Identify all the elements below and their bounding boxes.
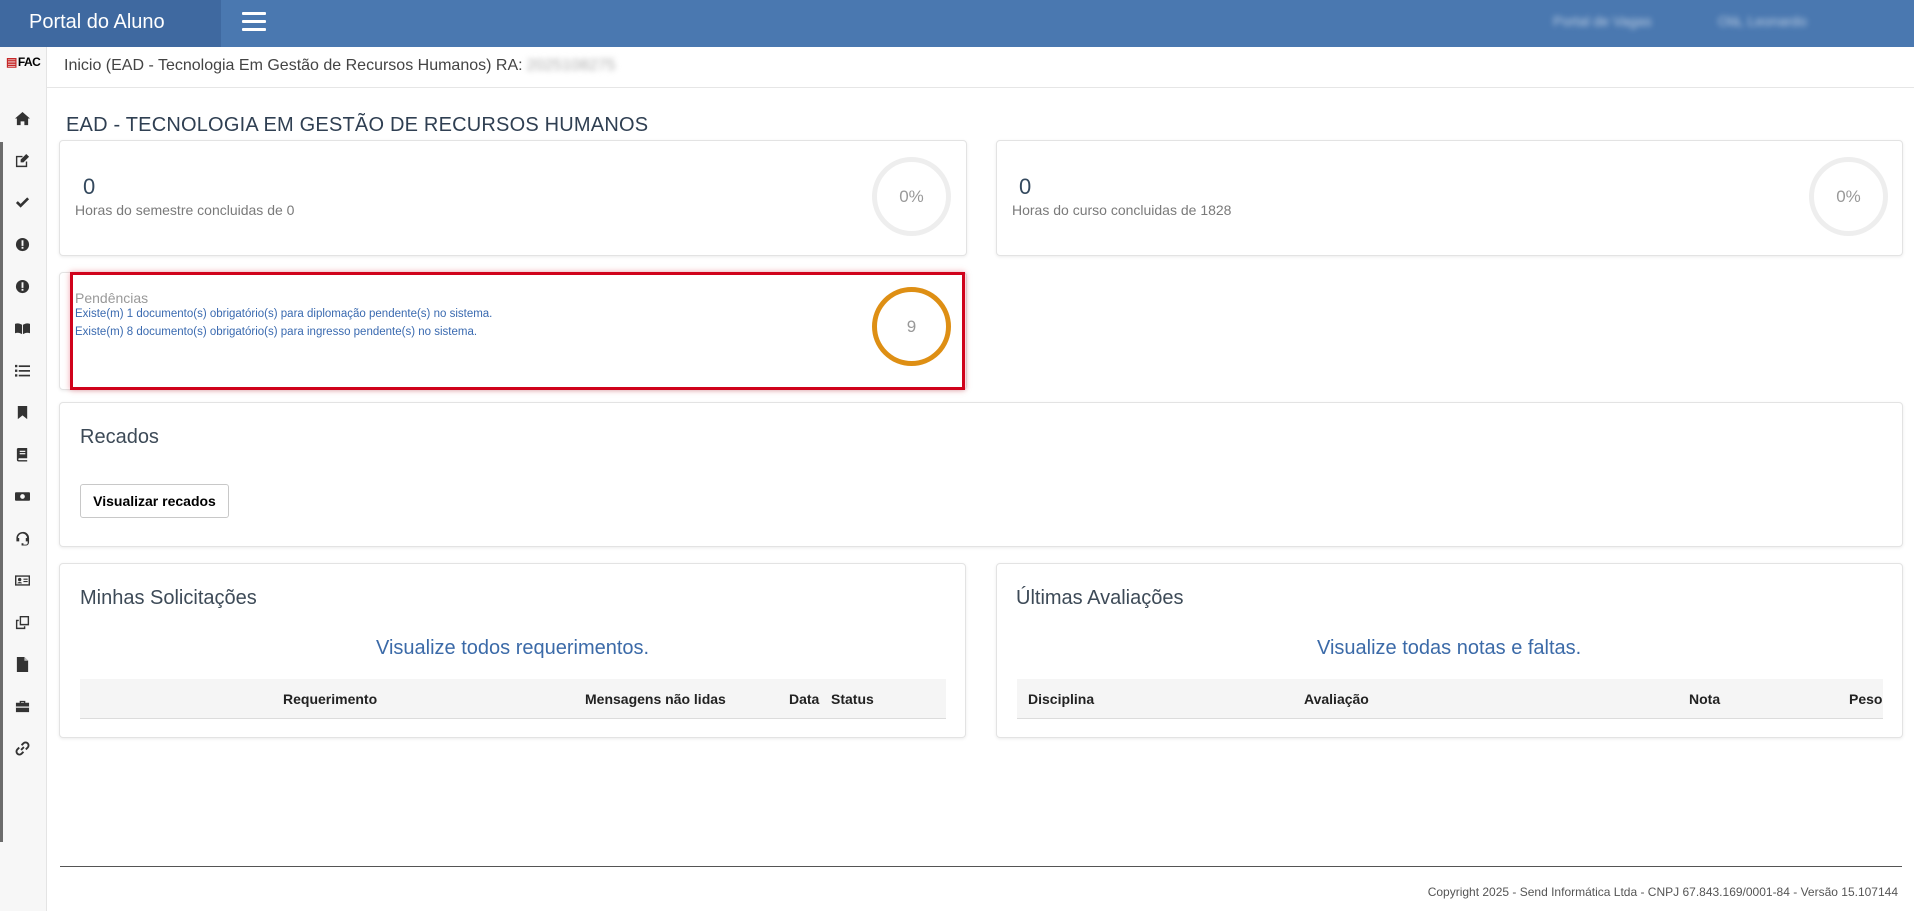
id-card-icon[interactable] (13, 571, 31, 589)
file-icon[interactable] (13, 655, 31, 673)
book-open-icon[interactable] (13, 319, 31, 337)
solicitacoes-title: Minhas Solicitações (80, 587, 257, 609)
semester-progress-ring: 0% (872, 157, 951, 236)
menu-toggle-icon[interactable] (242, 12, 266, 34)
column-header[interactable]: Data (789, 691, 819, 707)
breadcrumb-text[interactable]: Inicio (EAD - Tecnologia Em Gestão de Re… (64, 57, 523, 74)
user-menu[interactable]: Olá, Leonardo (1718, 13, 1807, 29)
book-icon[interactable] (13, 445, 31, 463)
column-header[interactable]: Nota (1689, 691, 1720, 707)
recados-title: Recados (80, 426, 159, 448)
page-title: EAD - TECNOLOGIA EM GESTÃO DE RECURSOS H… (66, 114, 649, 136)
recados-card (59, 402, 1903, 547)
semester-hours-card: 0 Horas do semestre concluidas de 0 0% (59, 140, 967, 256)
alert-icon-2[interactable] (13, 277, 31, 295)
course-hours-card: 0 Horas do curso concluidas de 1828 0% (996, 140, 1903, 256)
avaliacoes-table-header: Disciplina Avaliação Nota Peso (1017, 679, 1883, 719)
top-bar: Portal do Aluno Portal de Vagas Olá, Leo… (0, 0, 1914, 47)
briefcase-icon[interactable] (13, 697, 31, 715)
headset-icon[interactable] (13, 529, 31, 547)
column-header[interactable]: Status (831, 691, 874, 707)
semester-hours-value: 0 (83, 174, 96, 199)
brand-title[interactable]: Portal do Aluno (0, 0, 221, 47)
avaliacoes-title: Últimas Avaliações (1016, 587, 1184, 609)
edit-icon[interactable] (13, 151, 31, 169)
bookmark-icon[interactable] (13, 403, 31, 421)
alert-icon[interactable] (13, 235, 31, 253)
institution-logo: ▤FAC (6, 55, 41, 69)
course-hours-label: Horas do curso concluidas de 1828 (1012, 202, 1232, 218)
breadcrumb-divider (47, 87, 1914, 88)
link-icon[interactable] (13, 739, 31, 757)
list-icon[interactable] (13, 361, 31, 379)
course-progress-ring: 0% (1809, 157, 1888, 236)
footer-copyright: Copyright 2025 - Send Informática Ltda -… (1427, 885, 1898, 899)
sidebar-scrollbar[interactable] (0, 142, 3, 842)
semester-hours-label: Horas do semestre concluidas de 0 (75, 202, 295, 218)
breadcrumb: Inicio (EAD - Tecnologia Em Gestão de Re… (64, 57, 616, 75)
money-icon[interactable] (13, 487, 31, 505)
column-header[interactable]: Peso (1849, 691, 1882, 707)
solicitacoes-table-header: Requerimento Mensagens não lidas Data St… (80, 679, 946, 719)
sidebar: ▤FAC (0, 47, 47, 911)
course-hours-value: 0 (1019, 174, 1032, 199)
highlight-annotation (70, 272, 965, 390)
column-header[interactable]: Avaliação (1304, 691, 1369, 707)
home-icon[interactable] (13, 109, 31, 127)
view-all-grades-link[interactable]: Visualize todas notas e faltas. (1317, 637, 1581, 660)
footer-divider (60, 866, 1902, 867)
clone-icon[interactable] (13, 613, 31, 631)
column-header[interactable]: Mensagens não lidas (585, 691, 726, 707)
column-header[interactable]: Disciplina (1028, 691, 1094, 707)
ra-number: 2025108275 (526, 57, 616, 74)
check-icon[interactable] (13, 193, 31, 211)
portal-vagas-link[interactable]: Portal de Vagas (1553, 13, 1652, 29)
view-all-requests-link[interactable]: Visualize todos requerimentos. (376, 637, 649, 660)
view-messages-button[interactable]: Visualizar recados (80, 484, 229, 518)
column-header[interactable]: Requerimento (283, 691, 377, 707)
